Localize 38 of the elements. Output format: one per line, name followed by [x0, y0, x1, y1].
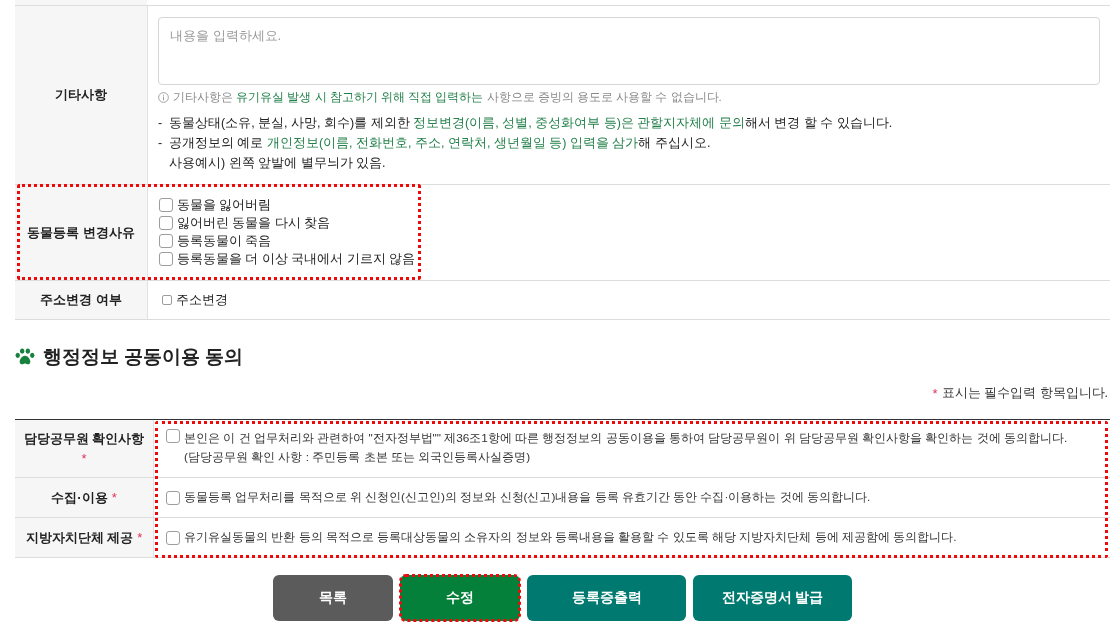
checkbox[interactable]	[166, 530, 180, 545]
row-label: 수집·이용	[51, 488, 108, 507]
required-mark: *	[137, 528, 143, 547]
row-label: 동물등록 변경사유	[27, 223, 135, 242]
checkbox-label: 주소변경	[176, 291, 228, 309]
checkbox-label: 동물을 잃어버림	[177, 196, 272, 214]
checkbox-label: 잃어버린 동물을 다시 찾음	[177, 214, 331, 232]
consent-text: 동물등록 업무처리를 목적으로 위 신청인(신고인)의 정보와 신청(신고)내용을 등록 유효기간 동안 수집·이용하는 것에 동의합니다.	[184, 489, 871, 506]
action-button[interactable]: 수정	[400, 575, 520, 621]
text-area[interactable]: 내용을 입력하세요.	[158, 17, 1100, 85]
note-text: - 공개정보의 예로 개인정보(이름, 전화번호, 주소, 연락처, 생년월일 등) 입력을 삼가해 주십시오. 사용예시) 왼쪽 앞발에 별무늬가 있음.	[158, 135, 712, 172]
checkbox[interactable]	[159, 216, 173, 230]
consent-text: 유기유실동물의 반환 등의 목적으로 등록대상동물의 소유자의 정보와 등록내용을 활용할 수 있도록 해당 지방자치단체 등에 제공함에 동의합니다.	[184, 529, 957, 546]
checkbox[interactable]	[166, 490, 180, 505]
checkbox[interactable]	[159, 234, 173, 248]
row-label: 주소변경 여부	[40, 291, 122, 309]
paw-icon	[15, 347, 35, 365]
checkbox[interactable]	[159, 252, 173, 266]
row-label: 지방자치단체 제공	[25, 528, 134, 547]
required-note: 표시는 필수입력 항목입니다.	[941, 384, 1108, 402]
required-mark: *	[932, 385, 938, 401]
info-icon	[158, 91, 169, 103]
consent-text: 본인은 이 건 업무처리와 관련하여 "전자정부법"" 제36조1항에 따른 행정정보의 공동이용을 통하여 담당공무원이 위 담당공무원 확인사항을 확인하는 것에 동의합니다. (담당공무원 확인 사항 : 주민등록 초본 또는 외국인등록사실증명)	[184, 430, 1068, 466]
required-mark: *	[81, 449, 87, 468]
action-button[interactable]: 전자증명서 발급	[693, 575, 852, 621]
hint-text: 기타사항은 유기유실 발생 시 참고하기 위해 직접 입력하는 사항으로 증빙의 용도로 사용할 수 없습니다.	[173, 89, 722, 105]
checkbox[interactable]	[159, 198, 173, 212]
row-label: 담당공무원 확인사항	[23, 429, 145, 448]
row-label: 기타사항	[55, 86, 107, 104]
required-mark: *	[111, 488, 117, 507]
section-title: 행정정보 공동이용 동의	[43, 344, 244, 369]
checkbox-label: 등록동물이 죽음	[177, 232, 272, 250]
action-button[interactable]: 등록증출력	[527, 575, 686, 621]
checkbox-label: 등록동물을 더 이상 국내에서 기르지 않음	[177, 250, 416, 268]
note-text: - 동물상태(소유, 분실, 사망, 회수)를 제외한 정보변경(이름, 성별, 중성화여부 등)은 관할지자체에 문의해서 변경 할 수 있습니다.	[158, 115, 894, 132]
action-button[interactable]: 목록	[273, 575, 393, 621]
checkbox[interactable]	[166, 429, 180, 443]
checkbox[interactable]	[162, 295, 172, 305]
